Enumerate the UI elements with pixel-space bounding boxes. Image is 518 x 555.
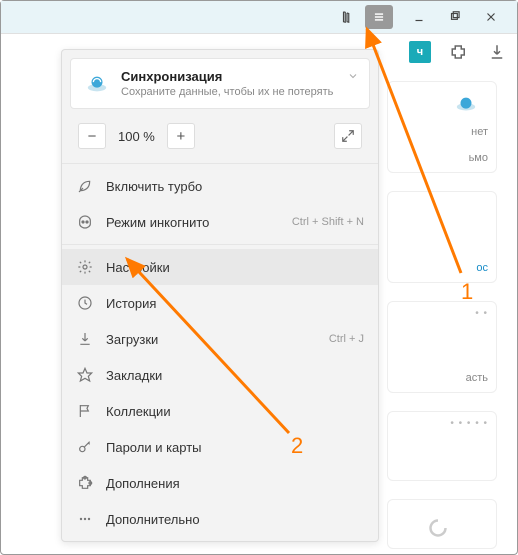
- menu-label: Режим инкогнито: [106, 215, 280, 230]
- minimize-button[interactable]: [401, 3, 437, 31]
- tile-label: ьмо: [469, 152, 488, 164]
- speed-dial-tile[interactable]: • • • • •: [387, 411, 497, 481]
- speed-dial-tile[interactable]: нет ьмо: [387, 81, 497, 173]
- menu-label: Загрузки: [106, 332, 317, 347]
- tile-label: нет: [471, 126, 488, 138]
- menu-label: Пароли и карты: [106, 440, 364, 455]
- downloads-icon[interactable]: [487, 42, 507, 62]
- fullscreen-button[interactable]: [334, 123, 362, 149]
- sync-text: Синхронизация Сохраните данные, чтобы их…: [121, 69, 333, 98]
- flag-icon: [76, 402, 94, 420]
- star-icon: [76, 366, 94, 384]
- zoom-in-button[interactable]: +: [167, 123, 195, 149]
- speed-dial-tile[interactable]: ос: [387, 191, 497, 283]
- menu-item-turbo[interactable]: Включить турбо: [62, 168, 378, 204]
- incognito-icon: [76, 213, 94, 231]
- menu-label: История: [106, 296, 364, 311]
- speed-dial-tiles: нет ьмо ос • • асть • • • • •: [387, 81, 497, 549]
- tile-label: ос: [476, 262, 488, 274]
- gear-icon: [76, 258, 94, 276]
- maximize-button[interactable]: [437, 3, 473, 31]
- key-icon: [76, 438, 94, 456]
- sync-icon: [83, 73, 111, 95]
- menu-item-more[interactable]: Дополнительно: [62, 501, 378, 537]
- zoom-out-button[interactable]: −: [78, 123, 106, 149]
- speed-dial-tile[interactable]: [387, 499, 497, 549]
- divider: [62, 163, 378, 164]
- divider: [62, 244, 378, 245]
- main-menu-dropdown: Синхронизация Сохраните данные, чтобы их…: [61, 49, 379, 542]
- globe-icon: [452, 94, 480, 119]
- sync-subtitle: Сохраните данные, чтобы их не потерять: [121, 86, 333, 98]
- puzzle-icon: [76, 474, 94, 492]
- menu-label: Включить турбо: [106, 179, 364, 194]
- library-icon[interactable]: [329, 3, 365, 31]
- sync-title: Синхронизация: [121, 69, 333, 84]
- menu-item-addons[interactable]: Дополнения: [62, 465, 378, 501]
- menu-label: Дополнения: [106, 476, 364, 491]
- zoom-value: 100 %: [114, 129, 159, 144]
- download-icon: [76, 330, 94, 348]
- speed-dial-tile[interactable]: • • асть: [387, 301, 497, 393]
- menu-item-passwords[interactable]: Пароли и карты: [62, 429, 378, 465]
- extensions-icon[interactable]: [449, 42, 469, 62]
- hamburger-menu-button[interactable]: [365, 5, 393, 29]
- window-titlebar: [1, 1, 517, 33]
- close-button[interactable]: [473, 3, 509, 31]
- menu-item-history[interactable]: История: [62, 285, 378, 321]
- menu-label: Коллекции: [106, 404, 364, 419]
- menu-label: Закладки: [106, 368, 364, 383]
- dots-icon: • • • • •: [450, 418, 488, 429]
- dots-icon: [76, 510, 94, 528]
- menu-item-downloads[interactable]: Загрузки Ctrl + J: [62, 321, 378, 357]
- tile-label: асть: [466, 372, 488, 384]
- chevron-down-icon: [347, 69, 359, 87]
- zoom-controls: − 100 % +: [70, 117, 370, 155]
- annotation-number-1: 1: [461, 279, 473, 305]
- active-tab-tile[interactable]: ч: [409, 41, 431, 63]
- menu-item-incognito[interactable]: Режим инкогнито Ctrl + Shift + N: [62, 204, 378, 240]
- rocket-icon: [76, 177, 94, 195]
- clock-icon: [76, 294, 94, 312]
- dots-icon: • •: [475, 308, 488, 319]
- loading-icon: [428, 518, 448, 541]
- menu-item-collections[interactable]: Коллекции: [62, 393, 378, 429]
- menu-label: Настройки: [106, 260, 364, 275]
- menu-item-bookmarks[interactable]: Закладки: [62, 357, 378, 393]
- menu-label: Дополнительно: [106, 512, 364, 527]
- sync-card[interactable]: Синхронизация Сохраните данные, чтобы их…: [70, 58, 370, 109]
- shortcut-label: Ctrl + Shift + N: [292, 216, 364, 228]
- annotation-number-2: 2: [291, 433, 303, 459]
- shortcut-label: Ctrl + J: [329, 333, 364, 345]
- menu-item-settings[interactable]: Настройки: [62, 249, 378, 285]
